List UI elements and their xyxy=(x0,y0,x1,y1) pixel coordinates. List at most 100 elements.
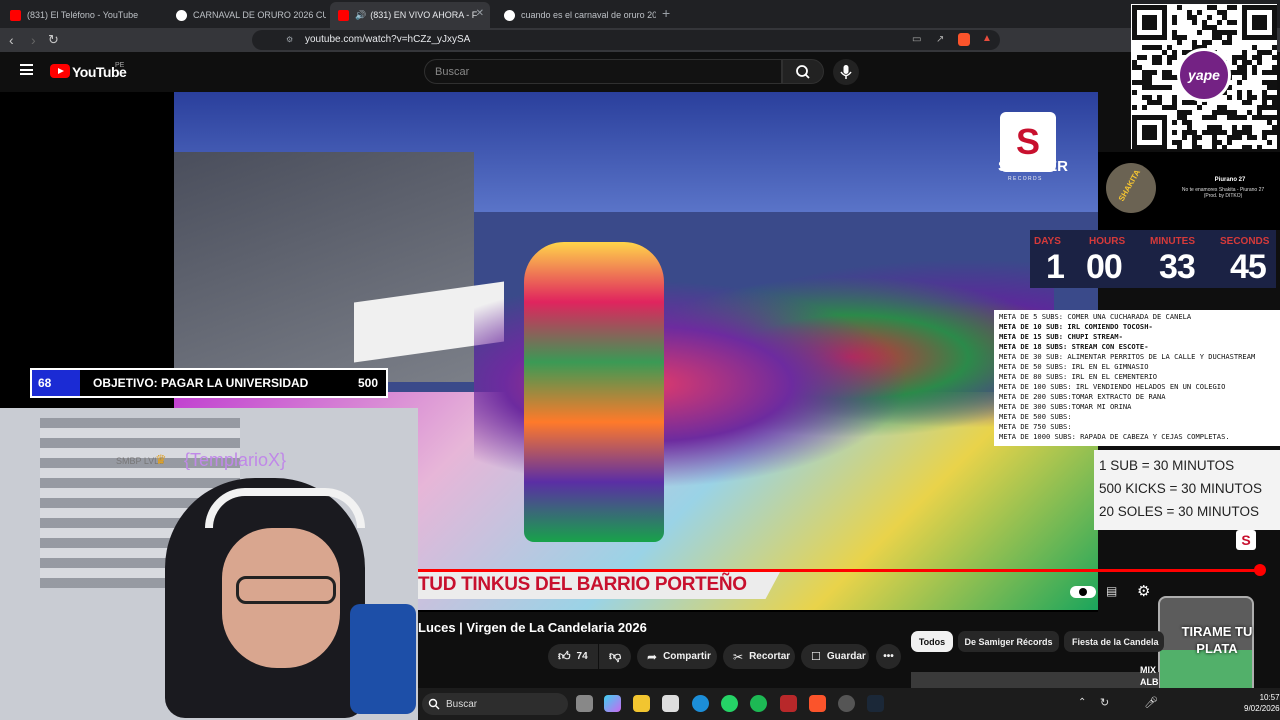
steam-icon[interactable] xyxy=(867,695,884,712)
headphones xyxy=(205,488,365,528)
site-info-icon[interactable]: ⚙ xyxy=(286,35,293,44)
webcam-feed: SMBP LVL5 ♛ {TemplarioX} xyxy=(0,408,418,720)
subtitles-icon[interactable]: ▤ xyxy=(1106,584,1117,598)
now-playing-subtitle: No te enamores Shakita - Piurano 27 (Pro… xyxy=(1166,187,1280,199)
search-placeholder: Buscar xyxy=(435,65,470,78)
like-button[interactable]: 👍︎ 74 xyxy=(548,644,598,669)
clip-button[interactable]: ✂ Recortar xyxy=(723,644,795,669)
dota-icon[interactable] xyxy=(780,695,797,712)
spotify-icon[interactable] xyxy=(750,695,767,712)
reload-icon[interactable]: ↻ xyxy=(48,32,59,48)
back-icon[interactable]: ‹ xyxy=(9,32,14,48)
yape-logo: yape xyxy=(1177,48,1231,102)
share-arrow-icon: ➦ xyxy=(647,649,658,664)
store-icon[interactable] xyxy=(662,695,679,712)
thumbs-down-icon: 👎︎ xyxy=(609,649,622,663)
network-icon[interactable]: ↻ xyxy=(1100,696,1109,709)
edge-icon[interactable] xyxy=(692,695,709,712)
subathon-rates: 1 SUB = 30 MINUTOS 500 KICKS = 30 MINUTO… xyxy=(1094,450,1280,530)
sub-goal-item: META DE 15 SUB: CHUPI STREAM- xyxy=(999,332,1123,341)
dislike-button[interactable]: 👎︎ xyxy=(599,644,631,669)
audio-icon: 🔊 xyxy=(355,9,367,20)
like-count: 74 xyxy=(576,651,588,662)
share-icon[interactable]: ↗ xyxy=(936,34,944,45)
voice-search-button[interactable] xyxy=(833,59,859,85)
google-favicon-icon xyxy=(504,9,515,21)
tray-chevron-icon[interactable]: ⌃ xyxy=(1078,697,1086,708)
samiger-watermark: SAMIGER xyxy=(998,158,1069,175)
rate-line: 500 KICKS = 30 MINUTOS xyxy=(1099,481,1262,496)
tab-title: cuando es el carnaval de oruro 2026 xyxy=(521,10,656,20)
more-actions-button[interactable]: ••• xyxy=(876,644,901,669)
google-favicon-icon xyxy=(176,9,187,21)
youtube-favicon-icon xyxy=(338,9,349,21)
samiger-corner-logo-icon: S xyxy=(1236,530,1256,550)
chat-username: {TemplarioX} xyxy=(184,450,287,470)
brave-shield-icon[interactable] xyxy=(958,33,970,46)
sub-goals-list: META DE 5 SUBS: COMER UNA CUCHARADA DE C… xyxy=(994,310,1280,446)
task-view-icon[interactable] xyxy=(576,695,593,712)
search-icon xyxy=(796,65,810,79)
close-tab-icon[interactable]: ✕ xyxy=(476,8,484,19)
obs-icon[interactable] xyxy=(838,695,855,712)
goal-current: 68 xyxy=(38,376,52,390)
browser-tab[interactable]: CARNAVAL DE ORURO 2026 CUANDO xyxy=(168,2,326,28)
now-playing-credit: (Prod. by DITKO) xyxy=(1203,193,1243,199)
chip-samiger[interactable]: De Samiger Récords xyxy=(958,631,1059,652)
browser-tab[interactable]: cuando es el carnaval de oruro 2026 xyxy=(496,2,656,28)
save-button[interactable]: ☐ Guardar xyxy=(801,644,869,669)
video-title: Luces | Virgen de La Candelaria 2026 xyxy=(418,620,647,635)
whatsapp-icon[interactable] xyxy=(721,695,738,712)
tab-title: CARNAVAL DE ORURO 2026 CUANDO xyxy=(193,10,326,20)
menu-icon[interactable] xyxy=(20,64,33,75)
youtube-logo-icon[interactable] xyxy=(50,64,70,78)
scissors-icon: ✂ xyxy=(733,649,744,664)
copilot-icon[interactable] xyxy=(604,695,621,712)
progress-scrubber[interactable] xyxy=(1254,564,1266,576)
save-label: Guardar xyxy=(826,651,866,662)
recommended-title[interactable]: MIX ALB xyxy=(1140,664,1159,688)
progress-fill xyxy=(418,569,1260,572)
sub-goal-item: META DE 300 SUBS:TOMAR MI ORINA xyxy=(999,402,1132,411)
browser-tab[interactable]: (831) El Teléfono - YouTube xyxy=(2,2,164,28)
microphone-tray-icon[interactable]: 🎤︎ xyxy=(1144,696,1158,709)
autoplay-toggle[interactable] xyxy=(1070,586,1096,598)
timer-seconds: 45 xyxy=(1230,248,1267,286)
glasses xyxy=(236,576,336,604)
phone xyxy=(350,604,416,714)
sub-goal-item: META DE 18 SUBS: STREAM CON ESCOTE- xyxy=(999,342,1149,351)
share-button[interactable]: ➦ Compartir xyxy=(637,644,717,669)
bookmark-save-icon: ☐ xyxy=(811,651,821,663)
browser-tab-active[interactable]: 🔊 (831) EN VIVO AHORA - F ✕ xyxy=(330,2,490,28)
cast-icon[interactable]: ▭ xyxy=(912,34,921,45)
clip-label: Recortar xyxy=(749,651,791,662)
sub-goal-item: META DE 50 SUBS: IRL EN EL GIMNASIO xyxy=(999,362,1149,371)
taskbar-search[interactable]: Buscar xyxy=(422,693,568,715)
url-text[interactable]: youtube.com/watch?v=hCZz_yJxySA xyxy=(305,34,470,45)
settings-icon[interactable]: ⚙ xyxy=(1137,582,1150,600)
album-cover: SHAKITA xyxy=(1106,163,1156,213)
rate-line: 20 SOLES = 30 MINUTOS xyxy=(1099,504,1259,519)
forward-icon[interactable]: › xyxy=(31,32,36,48)
chip-candelaria[interactable]: Fiesta de la Candela xyxy=(1064,631,1164,652)
goal-label: OBJETIVO: PAGAR LA UNIVERSIDAD xyxy=(93,376,309,390)
thumbs-up-icon: 👍︎ xyxy=(558,649,571,663)
now-playing-title: Piurano 27 xyxy=(1214,177,1246,183)
rewards-icon[interactable]: ▲ xyxy=(982,33,992,44)
microphone-icon xyxy=(840,65,852,79)
taskbar-clock[interactable]: 10:57 9/02/2026 xyxy=(1244,692,1280,714)
search-button[interactable] xyxy=(782,59,824,84)
file-explorer-icon[interactable] xyxy=(633,695,650,712)
timer-label-minutes: MINUTES xyxy=(1150,236,1195,247)
clock-time: 10:57 xyxy=(1259,693,1280,702)
chip-all[interactable]: Todos xyxy=(911,631,953,652)
brave-icon[interactable] xyxy=(809,695,826,712)
timer-label-days: DAYS xyxy=(1034,236,1061,247)
timer-minutes: 33 xyxy=(1159,248,1196,286)
rate-line: 1 SUB = 30 MINUTOS xyxy=(1099,458,1235,473)
cover-text: SHAKITA xyxy=(1116,168,1143,203)
new-tab-button[interactable]: + xyxy=(662,5,670,21)
tab-title: (831) EN VIVO AHORA - F xyxy=(370,10,478,20)
recommended-thumbnail[interactable] xyxy=(911,672,1159,688)
search-input[interactable]: Buscar xyxy=(424,59,782,84)
